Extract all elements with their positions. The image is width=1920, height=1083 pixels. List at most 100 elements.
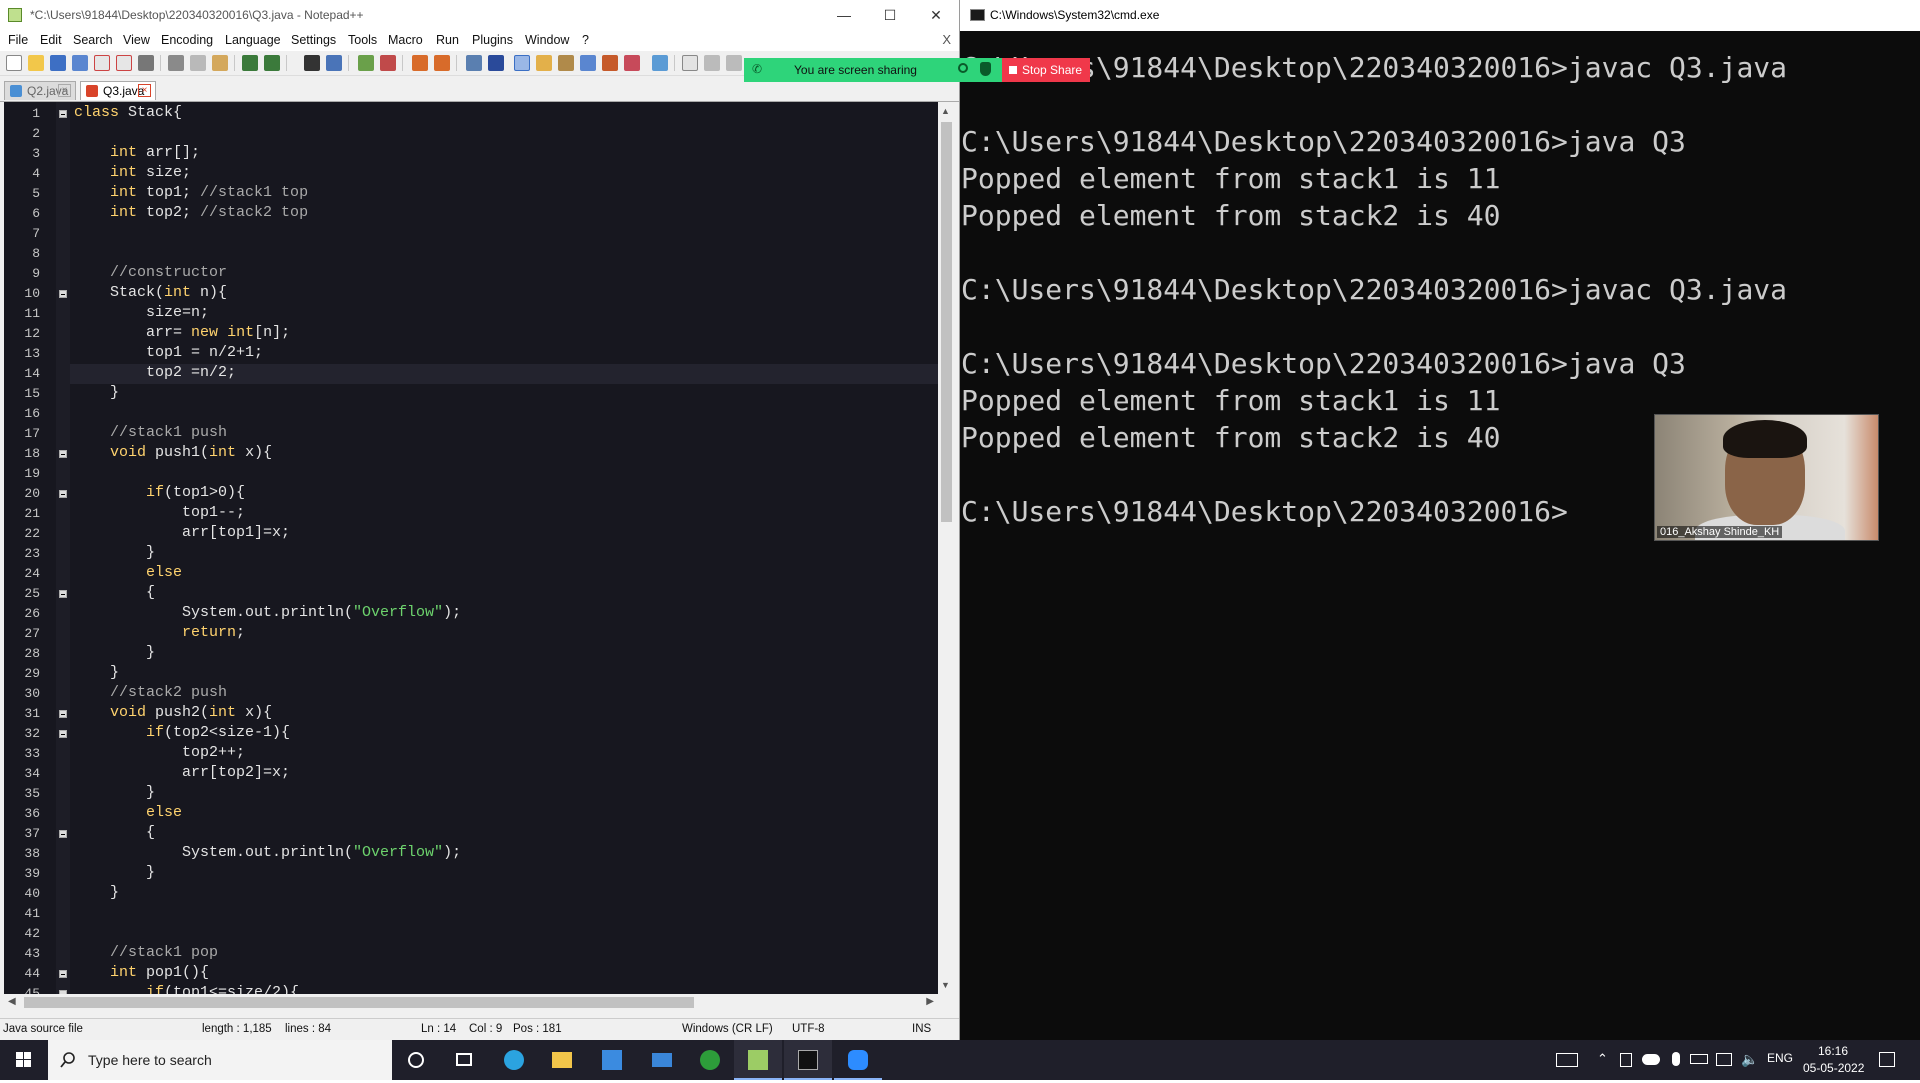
info-icon[interactable] <box>958 63 968 73</box>
menu-help[interactable]: ? <box>582 33 589 47</box>
taskbar-mail[interactable] <box>638 1040 686 1080</box>
code-line[interactable]: top2++; <box>74 744 245 761</box>
cortana-button[interactable] <box>392 1040 440 1080</box>
taskbar-notepadpp[interactable] <box>734 1040 782 1080</box>
document-map-icon[interactable] <box>558 55 574 71</box>
start-button[interactable] <box>0 1040 48 1080</box>
fold-toggle-icon[interactable] <box>59 590 67 598</box>
code-line[interactable]: int top1; //stack1 top <box>74 184 308 201</box>
code-line[interactable]: { <box>74 824 155 841</box>
preview-icon[interactable] <box>652 55 668 71</box>
sync-vertical-icon[interactable] <box>412 55 428 71</box>
task-view-button[interactable] <box>440 1040 488 1080</box>
code-line[interactable]: System.out.println("Overflow"); <box>74 604 461 621</box>
code-line[interactable]: return; <box>74 624 245 641</box>
code-line[interactable]: System.out.println("Overflow"); <box>74 844 461 861</box>
menu-edit[interactable]: Edit <box>40 33 62 47</box>
touch-keyboard-icon[interactable] <box>1556 1053 1578 1067</box>
code-line[interactable]: int top2; //stack2 top <box>74 204 308 221</box>
close-tab-icon[interactable]: × <box>138 84 151 97</box>
menu-macro[interactable]: Macro <box>388 33 423 47</box>
scrollbar-thumb[interactable] <box>941 122 952 522</box>
code-line[interactable]: } <box>74 884 119 901</box>
paste-icon[interactable] <box>212 55 228 71</box>
cut-icon[interactable] <box>168 55 184 71</box>
menu-view[interactable]: View <box>123 33 150 47</box>
open-file-icon[interactable] <box>28 55 44 71</box>
menu-settings[interactable]: Settings <box>291 33 336 47</box>
notification-center-icon[interactable] <box>1879 1052 1895 1067</box>
code-line[interactable]: if(top1<=size/2){ <box>74 984 299 994</box>
code-line[interactable]: top1--; <box>74 504 245 521</box>
code-line[interactable]: //stack2 push <box>74 684 227 701</box>
close-document-button[interactable]: X <box>942 32 951 47</box>
fold-toggle-icon[interactable] <box>59 110 67 118</box>
code-line[interactable]: } <box>74 644 155 661</box>
new-file-icon[interactable] <box>6 55 22 71</box>
network-icon[interactable] <box>1716 1053 1732 1066</box>
sync-horizontal-icon[interactable] <box>434 55 450 71</box>
monitoring-icon[interactable] <box>624 55 640 71</box>
scroll-right-icon[interactable]: ▶ <box>926 996 934 1007</box>
battery-icon[interactable] <box>1690 1054 1708 1064</box>
code-line[interactable]: } <box>74 864 155 881</box>
taskbar-zoom[interactable] <box>834 1040 882 1080</box>
microphone-icon[interactable] <box>1672 1052 1680 1066</box>
code-line[interactable]: size=n; <box>74 304 209 321</box>
user-language-icon[interactable] <box>536 55 552 71</box>
record-macro-icon[interactable] <box>682 55 698 71</box>
scroll-left-icon[interactable]: ◀ <box>8 996 16 1007</box>
code-line[interactable]: } <box>74 664 119 681</box>
fold-toggle-icon[interactable] <box>59 730 67 738</box>
volume-icon[interactable]: 🔈 <box>1741 1051 1758 1068</box>
code-line[interactable]: int size; <box>74 164 191 181</box>
fold-toggle-icon[interactable] <box>59 710 67 718</box>
code-line[interactable]: void push1(int x){ <box>74 444 272 461</box>
menu-tools[interactable]: Tools <box>348 33 377 47</box>
vertical-scrollbar[interactable]: ▲ ▼ <box>938 102 955 994</box>
menu-file[interactable]: File <box>8 33 28 47</box>
code-line[interactable]: top1 = n/2+1; <box>74 344 263 361</box>
close-all-icon[interactable] <box>116 55 132 71</box>
code-line[interactable]: } <box>74 384 119 401</box>
menu-run[interactable]: Run <box>436 33 459 47</box>
code-line[interactable]: //constructor <box>74 264 227 281</box>
code-line[interactable]: Stack(int n){ <box>74 284 227 301</box>
code-line[interactable]: } <box>74 544 155 561</box>
scrollbar-thumb[interactable] <box>24 997 694 1008</box>
tab-q2-java[interactable]: Q2.java × <box>4 81 76 100</box>
code-editor[interactable]: 1 2 3 4 5 6 7 8 9 10 11 12 13 14 15 16 17 18 19 20 21 22 23 24 2… <box>4 102 940 994</box>
code-line[interactable]: } <box>74 784 155 801</box>
menu-encoding[interactable]: Encoding <box>161 33 213 47</box>
taskbar-edge[interactable] <box>490 1040 538 1080</box>
taskbar-search-box[interactable]: Type here to search <box>48 1040 392 1080</box>
menu-window[interactable]: Window <box>525 33 569 47</box>
taskbar-xbox[interactable] <box>686 1040 734 1080</box>
code-line[interactable]: else <box>74 804 182 821</box>
fold-toggle-icon[interactable] <box>59 970 67 978</box>
redo-icon[interactable] <box>264 55 280 71</box>
zoom-in-icon[interactable] <box>358 55 374 71</box>
stop-share-button[interactable]: Stop Share <box>1002 58 1090 82</box>
scroll-down-icon[interactable]: ▼ <box>941 980 950 990</box>
code-line[interactable]: else <box>74 564 182 581</box>
fold-toggle-icon[interactable] <box>59 490 67 498</box>
code-line[interactable]: arr[top1]=x; <box>74 524 290 541</box>
word-wrap-icon[interactable] <box>466 55 482 71</box>
save-all-icon[interactable] <box>72 55 88 71</box>
scroll-up-icon[interactable]: ▲ <box>941 106 950 116</box>
menu-plugins[interactable]: Plugins <box>472 33 513 47</box>
taskbar-store[interactable] <box>588 1040 636 1080</box>
language-indicator[interactable]: ENG <box>1767 1051 1793 1065</box>
taskbar-file-explorer[interactable] <box>538 1040 586 1080</box>
indent-guide-icon[interactable] <box>514 55 530 71</box>
fold-toggle-icon[interactable] <box>59 290 67 298</box>
copy-icon[interactable] <box>190 55 206 71</box>
code-line[interactable]: { <box>74 584 155 601</box>
code-line[interactable]: int pop1(){ <box>74 964 209 981</box>
horizontal-scrollbar[interactable]: ◀ ▶ <box>4 994 938 1011</box>
close-button[interactable]: ✕ <box>913 0 959 31</box>
clock-date[interactable]: 05-05-2022 <box>1803 1061 1864 1075</box>
show-all-characters-icon[interactable] <box>488 55 504 71</box>
find-icon[interactable] <box>304 55 320 71</box>
